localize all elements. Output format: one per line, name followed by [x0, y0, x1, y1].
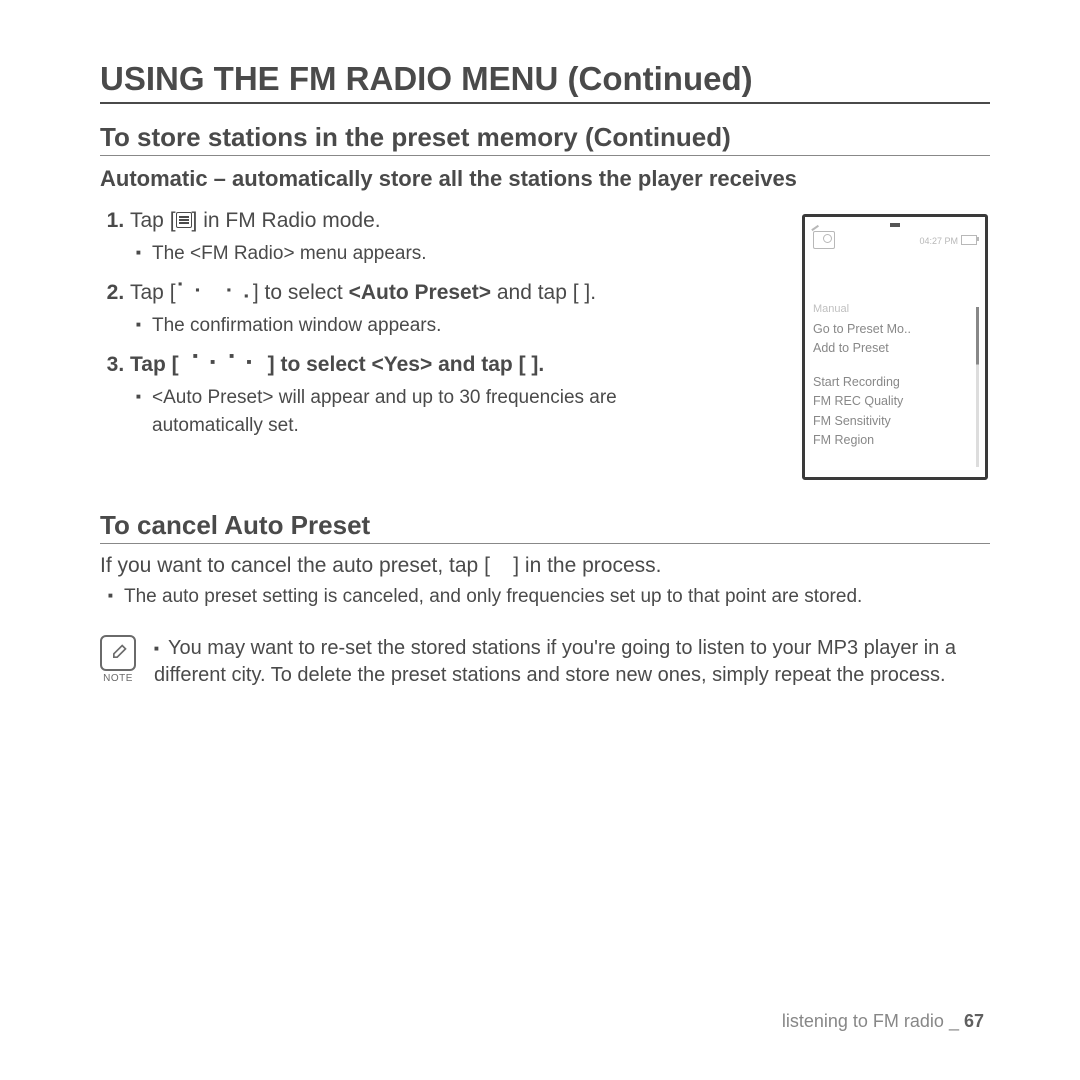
device-menu-item: Start Recording [813, 373, 977, 392]
section-heading-store: To store stations in the preset memory (… [100, 122, 990, 156]
step-3-detail: <Auto Preset> will appear and up to 30 f… [136, 384, 730, 439]
note-icon [100, 635, 136, 671]
battery-icon [961, 235, 977, 245]
device-menu-item: Add to Preset [813, 339, 977, 358]
page-footer: listening to FM radio _ 67 [782, 1011, 984, 1032]
device-scrollbar [976, 307, 979, 467]
cancel-body: If you want to cancel the auto preset, t… [100, 554, 990, 578]
device-screenshot: 04:27 PM Manual Go to Preset Mo.. Add to… [802, 214, 988, 480]
radio-icon [813, 231, 835, 249]
leftright-icon: ⠈⠐ ⠁⠂ [184, 353, 261, 376]
step-1-detail: The <FM Radio> menu appears. [136, 240, 730, 268]
menu-icon [176, 212, 192, 228]
device-time: 04:27 PM [919, 236, 958, 246]
updown-icon: ⠁⠂ ⠐⠠ [176, 281, 253, 304]
note-text: ■You may want to re-set the stored stati… [154, 635, 990, 689]
section-heading-cancel: To cancel Auto Preset [100, 510, 990, 544]
step-2-detail: The confirmation window appears. [136, 312, 730, 340]
device-menu-item: FM REC Quality [813, 392, 977, 411]
note-label: NOTE [100, 673, 136, 684]
device-mode-label: Manual [813, 301, 977, 318]
device-menu-item: FM Sensitivity [813, 412, 977, 431]
page-heading: USING THE FM RADIO MENU (Continued) [100, 60, 990, 104]
cancel-detail: The auto preset setting is canceled, and… [108, 584, 990, 610]
device-menu-item: Go to Preset Mo.. [813, 320, 977, 339]
subsection-automatic: Automatic – automatically store all the … [100, 166, 990, 192]
device-menu-item: FM Region [813, 431, 977, 450]
note-block: NOTE ■You may want to re-set the stored … [100, 635, 990, 689]
